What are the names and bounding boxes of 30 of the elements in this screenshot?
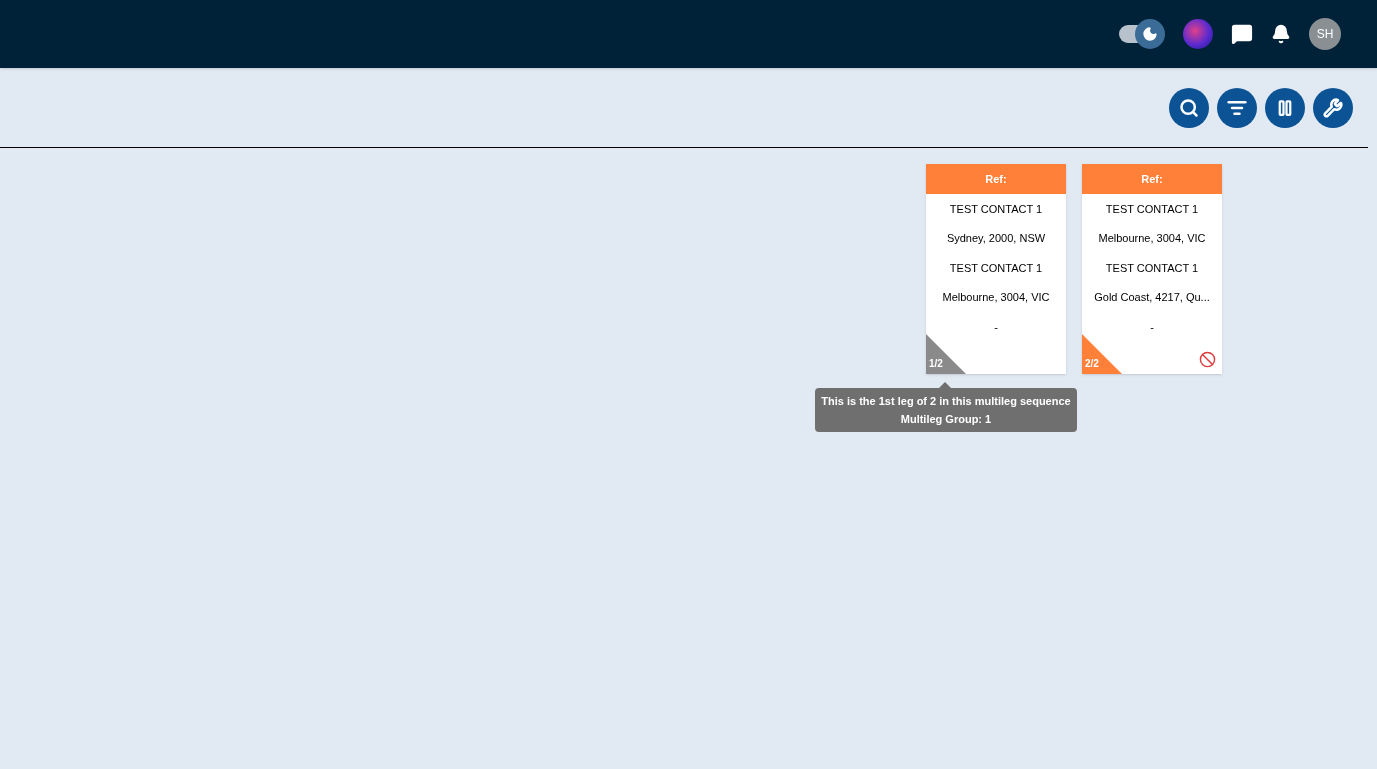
tooltip-text: Multileg Group: 1 [899, 412, 993, 427]
orb-icon[interactable] [1183, 19, 1213, 49]
card-line: Melbourne, 3004, VIC [941, 290, 1051, 305]
tooltip-text: This is the 1st leg of 2 in this multileg sequence [820, 394, 1072, 409]
moon-icon [1142, 26, 1158, 42]
card-header: Ref: [926, 164, 1066, 194]
card-line: Sydney, 2000, NSW [945, 231, 1047, 246]
search-icon [1179, 97, 1199, 118]
card-line: TEST CONTACT 1 [1104, 201, 1200, 217]
filter-button[interactable] [1217, 87, 1257, 128]
pause-icon [1276, 98, 1294, 117]
wrench-icon [1323, 97, 1343, 118]
chat-icon[interactable] [1231, 23, 1253, 45]
tools-button[interactable] [1313, 87, 1353, 128]
pause-button[interactable] [1265, 87, 1305, 128]
card-line: Gold Coast, 4217, Qu... [1093, 290, 1211, 305]
card-line: Melbourne, 3004, VIC [1097, 231, 1207, 246]
leg-number: 1/2 [929, 357, 943, 371]
card-line: TEST CONTACT 1 [1104, 260, 1200, 276]
search-button[interactable] [1169, 87, 1209, 128]
leg-number: 2/2 [1085, 357, 1099, 371]
card-line: TEST CONTACT 1 [948, 201, 1044, 217]
job-card[interactable]: Ref: TEST CONTACT 1 Sydney, 2000, NSW TEST CONTACT 1 Melbourne, 3004, VIC - 1/2 [926, 164, 1066, 374]
job-card[interactable]: Ref: TEST CONTACT 1 Melbourne, 3004, VIC TEST CONTACT 1 Gold Coast, 4217, Qu... - 2/2 [1082, 164, 1222, 374]
card-line: - [1149, 319, 1155, 335]
bell-icon[interactable] [1271, 24, 1291, 44]
card-line: - [993, 319, 999, 335]
theme-toggle[interactable] [1119, 18, 1165, 50]
card-header: Ref: [1082, 164, 1222, 194]
card-line: TEST CONTACT 1 [948, 260, 1044, 276]
